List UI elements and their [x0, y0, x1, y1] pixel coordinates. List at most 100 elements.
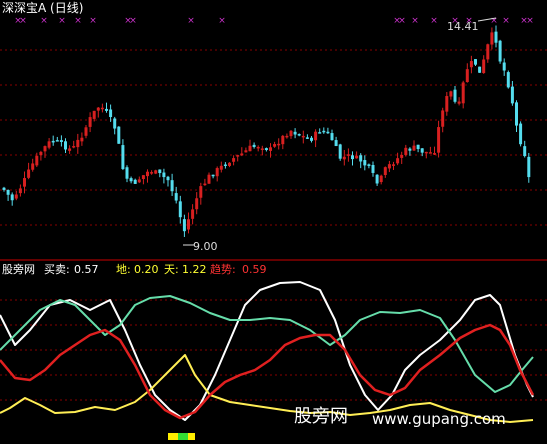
indicator-sky-value: 1.22 — [182, 263, 207, 276]
candle-body — [461, 82, 465, 104]
candle-body — [527, 156, 531, 178]
candle-body — [31, 163, 35, 170]
candle-body — [260, 148, 264, 150]
candle-body — [129, 178, 133, 182]
candle-body — [494, 31, 498, 43]
candle-body — [211, 174, 215, 177]
candle-body — [269, 147, 272, 151]
candle-body — [166, 176, 170, 181]
candle-body — [35, 155, 39, 166]
signal-marker-icon: × — [430, 16, 438, 26]
candle-body — [68, 148, 72, 151]
candle-body — [182, 219, 186, 232]
signal-marker-icon: × — [89, 16, 97, 26]
candle-body — [486, 44, 490, 60]
candle-body — [137, 179, 141, 183]
candle-body — [203, 183, 207, 186]
signal-marker-icon: × — [129, 16, 137, 26]
stock-chart: ×× × × × × ×× × × ×× × × × × × × ×× — [0, 16, 547, 440]
candle-body — [322, 130, 326, 133]
indicator-site-label: 股旁网 — [2, 263, 35, 276]
signal-block-yellow — [168, 433, 178, 440]
candle-body — [14, 194, 18, 199]
candle-body — [27, 169, 31, 178]
candle-body — [400, 154, 404, 158]
candle-body — [474, 59, 477, 65]
candle-body — [277, 143, 281, 146]
candle-body — [293, 131, 297, 135]
candle-body — [199, 186, 203, 198]
candle-body — [433, 153, 436, 155]
candle-body — [170, 180, 174, 192]
candle-body — [207, 174, 211, 184]
candle-body — [392, 164, 395, 166]
candle-body — [228, 162, 231, 166]
candle-body — [297, 134, 301, 136]
candle-body — [523, 146, 527, 157]
candle-body — [150, 172, 154, 174]
watermark-cn: 股旁网 — [294, 406, 348, 427]
indicator-earth-value: 0.20 — [134, 263, 159, 276]
candle-body — [6, 189, 10, 195]
candle-body — [236, 155, 240, 157]
candle-body — [310, 137, 313, 141]
candle-body — [23, 178, 26, 187]
candle-body — [342, 156, 346, 160]
candle-body — [441, 110, 445, 127]
candle-body — [215, 168, 219, 177]
indicator-trend-label: 趋势: — [210, 263, 236, 276]
candle-body — [2, 187, 6, 190]
candle-body — [162, 172, 166, 178]
candle-body — [273, 144, 277, 147]
candle-body — [109, 109, 113, 118]
candle-body — [248, 145, 252, 152]
candle-body — [133, 179, 137, 184]
candle-body — [96, 107, 100, 111]
signal-marker-icon: × — [74, 16, 82, 26]
candle-body — [18, 188, 22, 194]
candle-body — [223, 164, 227, 167]
high-price-label: 14.41 — [447, 20, 479, 33]
candle-body — [318, 132, 322, 134]
signal-marker-icon: × — [490, 16, 498, 26]
candle-body — [424, 151, 428, 154]
signal-block-green — [178, 433, 188, 440]
candle-body — [72, 146, 76, 148]
candle-body — [416, 144, 420, 150]
indicator-buysell-label: 买卖: — [44, 263, 70, 276]
candle-body — [396, 158, 400, 164]
candle-body — [219, 165, 223, 170]
indicator-earth-label: 地: — [116, 263, 131, 276]
candle-body — [80, 137, 84, 142]
candle-body — [330, 133, 334, 141]
candle-body — [10, 194, 14, 201]
candle-body — [256, 146, 260, 149]
candle-body — [146, 171, 149, 177]
low-price-label: 9.00 — [193, 240, 218, 253]
candle-body — [113, 118, 117, 129]
signal-marker-icon: × — [526, 16, 534, 26]
trend-line — [0, 323, 535, 420]
candle-body — [326, 131, 330, 134]
candle-body — [125, 167, 129, 179]
candle-body — [359, 155, 363, 162]
candle-body — [240, 153, 244, 156]
candle-body — [121, 145, 125, 170]
candle-body — [47, 141, 51, 148]
candle-body — [39, 151, 43, 156]
candle-body — [437, 127, 441, 153]
candle-body — [285, 135, 289, 138]
candle-body — [453, 89, 457, 102]
candle-body — [490, 32, 494, 45]
candle-body — [314, 131, 318, 141]
candle-body — [355, 155, 359, 159]
signal-marker-icon: × — [411, 16, 419, 26]
candle-body — [498, 40, 502, 62]
chart-title: 深深宝A (日线) — [2, 1, 84, 15]
signal-marker-icon: × — [218, 16, 226, 26]
candle-body — [141, 175, 145, 180]
candle-body — [469, 61, 473, 68]
candle-body — [375, 174, 379, 184]
candle-body — [264, 148, 268, 151]
candle-body — [43, 146, 47, 152]
